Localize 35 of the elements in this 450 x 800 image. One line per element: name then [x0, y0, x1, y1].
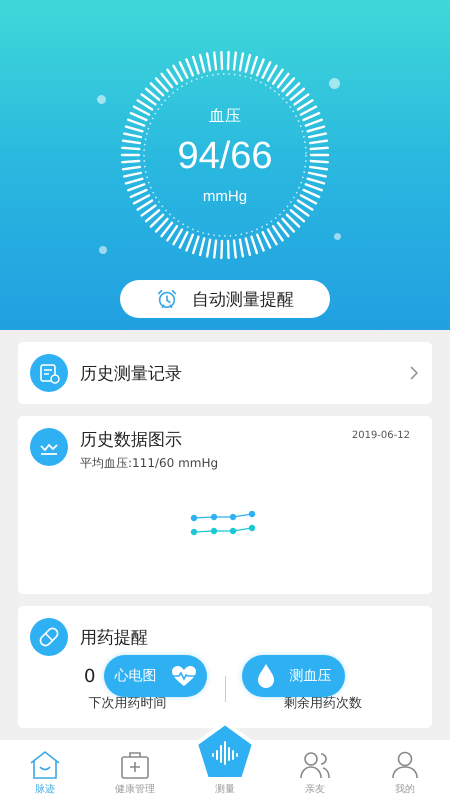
tab-item[interactable]: 脉迹 [0, 740, 90, 800]
decor-dot [334, 233, 341, 240]
tab-item[interactable]: 亲友 [270, 740, 360, 800]
house-icon [28, 750, 62, 780]
card-title: 用药提醒 [80, 626, 148, 648]
decor-dot [329, 78, 340, 89]
alarm-clock-icon [156, 288, 178, 310]
auto-reminder-button[interactable]: 自动测量提醒 [120, 280, 330, 318]
person-icon [390, 750, 420, 780]
record-list-icon [30, 354, 68, 392]
tab-item[interactable]: 测量 [180, 782, 270, 800]
stat-label: 剩余用药次数 [284, 695, 362, 712]
heart-pulse-icon [170, 665, 196, 687]
tab-item[interactable]: 我的 [360, 740, 450, 800]
decor-dot [99, 246, 107, 254]
stat-label: 下次用药时间 [88, 695, 166, 712]
decor-dot [97, 95, 106, 104]
capsule-icon [30, 618, 68, 656]
line-chart-icon [30, 428, 68, 466]
ecg-button[interactable]: 心电图 [104, 655, 207, 697]
measure-pressure-button[interactable]: 测血压 [242, 655, 345, 697]
chevron-right-icon [408, 365, 420, 381]
medical-kit-icon [120, 750, 150, 780]
tab-item[interactable]: 健康管理 [90, 740, 180, 800]
average-pressure-text: 平均血压:111/60 mmHg [80, 455, 220, 472]
history-records-row[interactable]: 历史测量记录 [18, 342, 432, 404]
date-label: 2019-06-12 [352, 430, 410, 441]
water-drop-icon [256, 663, 276, 689]
next-dose-value: 0 [84, 666, 96, 689]
unit-label: mmHg [202, 188, 248, 204]
card-title: 历史测量记录 [80, 362, 183, 384]
gauge-label: 血压 [209, 106, 241, 126]
people-icon [299, 750, 331, 780]
card-title: 历史数据图示 [80, 429, 183, 451]
pressure-reading: 94/66 [177, 134, 273, 178]
